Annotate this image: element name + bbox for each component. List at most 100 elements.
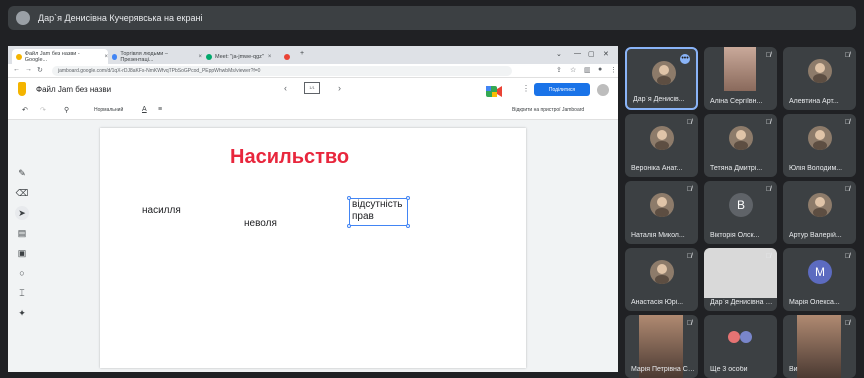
participant-name: Анастасія Юрі... <box>631 299 684 306</box>
participant-tile[interactable]: Вероніка Анат... 🎙̸ <box>625 114 698 177</box>
jamboard-header: Файл Jam без назви ‹ 1/1 › ⋮ Поділитися <box>8 78 618 102</box>
mic-off-icon: 🎙̸ <box>686 186 692 193</box>
participant-name: Ще 3 особи <box>710 366 748 373</box>
text-box-icon[interactable]: ⌶ <box>15 286 29 300</box>
participant-name: Юлія Володим... <box>789 165 843 172</box>
close-window-icon[interactable]: ✕ <box>603 50 609 58</box>
browser-tab-slides[interactable]: Торгівля людьми – Презентаці... × <box>108 49 202 64</box>
chevron-down-icon[interactable]: ⌄ <box>556 50 562 58</box>
select-icon[interactable]: ➤ <box>15 206 29 220</box>
participant-tile[interactable]: Аліна Сергіївн... 🎙̸ <box>704 47 777 110</box>
share-button[interactable]: Поділитися <box>534 83 590 96</box>
participant-tile[interactable]: Дар`я Денисів... ••• <box>625 47 698 110</box>
document-title[interactable]: Файл Jam без назви <box>36 85 111 94</box>
slides-icon <box>112 53 118 60</box>
sidebar-icon[interactable]: ▥ <box>584 66 591 74</box>
participant-tile[interactable]: Ви 🎙̸ <box>783 315 856 378</box>
redo-icon[interactable]: ↷ <box>40 106 46 114</box>
participant-tile[interactable]: Наталія Микол... 🎙̸ <box>625 181 698 244</box>
participant-tile[interactable]: Алевтина Арт... 🎙̸ <box>783 47 856 110</box>
participant-name: Дар`я Денисів... <box>633 96 685 103</box>
participant-name: Вероніка Анат... <box>631 165 683 172</box>
bookmark-star-icon[interactable]: ☆ <box>570 66 576 74</box>
participant-avatar <box>650 260 674 284</box>
mic-off-icon: 🎙̸ <box>765 253 771 260</box>
user-avatar[interactable] <box>597 84 609 96</box>
mic-off-icon: 🎙̸ <box>765 119 771 126</box>
profile-icon[interactable]: ● <box>598 66 602 73</box>
shape-icon[interactable]: ○ <box>15 266 29 280</box>
participant-avatar <box>808 59 832 83</box>
minimize-icon[interactable]: — <box>574 50 581 57</box>
mic-off-icon: 🎙̸ <box>844 186 850 193</box>
participant-tile[interactable]: Анастасія Юрі... 🎙̸ <box>625 248 698 311</box>
resize-handle[interactable] <box>347 224 351 228</box>
browser-tab-meet[interactable]: Meet: "ja-jmwe-qgz" × <box>202 49 280 64</box>
new-tab-icon[interactable]: + <box>300 50 304 57</box>
mic-off-icon: 🎙̸ <box>844 320 850 327</box>
browser-tab-jam[interactable]: Файл Jam без назви - Google... × <box>12 49 108 64</box>
eraser-icon[interactable]: ⌫ <box>15 186 29 200</box>
menu-dots-icon[interactable]: ⋮ <box>610 66 617 74</box>
participant-tile[interactable]: Артур Валерій... 🎙̸ <box>783 181 856 244</box>
resize-handle[interactable] <box>406 196 410 200</box>
participant-avatar <box>729 126 753 150</box>
participant-name: Марія Петрівна Сингаївсь <box>631 366 697 373</box>
more-options-icon[interactable]: ⋮ <box>522 84 530 93</box>
close-tab-icon[interactable]: × <box>268 54 272 60</box>
sticky-note-icon[interactable]: ▤ <box>15 226 29 240</box>
maximize-icon[interactable]: ▢ <box>588 50 595 58</box>
share-url-icon[interactable]: ⇪ <box>556 66 562 74</box>
participant-tile[interactable]: Ще 3 особи <box>704 315 777 378</box>
text-color-icon[interactable]: A <box>142 106 147 113</box>
participant-tile[interactable]: Юлія Володим... 🎙̸ <box>783 114 856 177</box>
reload-icon[interactable]: ↻ <box>37 66 43 74</box>
meet-present-icon[interactable] <box>486 84 502 97</box>
mic-off-icon: 🎙̸ <box>765 186 771 193</box>
more-avatar-2 <box>740 331 752 343</box>
participant-tile[interactable]: В Вікторія Олск... 🎙̸ <box>704 181 777 244</box>
jam-frame[interactable]: Насильство насилля неволя відсутність пр… <box>100 128 526 368</box>
frame-indicator[interactable]: 1/1 <box>304 82 320 94</box>
url-input[interactable]: jamboard.google.com/d/1qX-rDJ8aKFs-NmKWf… <box>52 66 512 76</box>
participant-name: Тетяна Дмитрі... <box>710 165 763 172</box>
frame-heading[interactable]: Насильство <box>230 146 349 169</box>
browser-tab-bar: Файл Jam без назви - Google... × Торгівл… <box>8 46 618 64</box>
participant-tile[interactable]: Тетяна Дмитрі... 🎙̸ <box>704 114 777 177</box>
participant-avatar <box>650 193 674 217</box>
participant-tile[interactable]: М Марія Олекса... 🎙̸ <box>783 248 856 311</box>
prev-frame-icon[interactable]: ‹ <box>284 83 287 93</box>
undo-icon[interactable]: ↶ <box>22 106 28 114</box>
jamboard-toolbar: ↶ ↷ ⚲ Нормальний A ≡ Відкрити на пристро… <box>8 102 618 120</box>
mic-off-icon: 🎙̸ <box>765 52 771 59</box>
participant-name: Артур Валерій... <box>789 232 842 239</box>
next-frame-icon[interactable]: › <box>338 83 341 93</box>
participant-name: Марія Олекса... <box>789 299 840 306</box>
participant-name: Наталія Микол... <box>631 232 685 239</box>
laser-icon[interactable]: ✦ <box>15 306 29 320</box>
text-box-nevolia[interactable]: неволя <box>244 218 277 229</box>
mic-off-icon: 🎙̸ <box>686 320 692 327</box>
text-box-nasyllia[interactable]: насилля <box>142 205 181 216</box>
open-on-device-link[interactable]: Відкрити на пристрої Jamboard <box>512 107 584 113</box>
zoom-icon[interactable]: ⚲ <box>64 106 69 114</box>
participant-tile[interactable]: Марія Петрівна Сингаївсь 🎙̸ <box>625 315 698 378</box>
zoom-select[interactable]: Нормальний <box>94 107 123 113</box>
text-box-line-1: відсутність <box>352 199 403 210</box>
participant-avatar <box>650 126 674 150</box>
meet-icon <box>206 53 212 60</box>
participant-name: Вікторія Олск... <box>710 232 760 239</box>
browser-tab-recording[interactable] <box>280 49 294 64</box>
pen-icon[interactable]: ✎ <box>15 166 29 180</box>
selected-text-box[interactable]: відсутність прав <box>347 196 410 228</box>
participant-tile[interactable]: Дар`я Денисівна Кучерявська 🎙̸ <box>704 248 777 311</box>
participant-initial: В <box>729 193 753 217</box>
forward-icon[interactable]: → <box>25 66 32 73</box>
drawing-tools: ✎ ⌫ ➤ ▤ ▣ ○ ⌶ ✦ <box>12 166 32 326</box>
resize-handle[interactable] <box>406 224 410 228</box>
align-icon[interactable]: ≡ <box>158 106 162 113</box>
resize-handle[interactable] <box>347 196 351 200</box>
text-box-line-2: прав <box>352 211 374 222</box>
image-icon[interactable]: ▣ <box>15 246 29 260</box>
back-icon[interactable]: ← <box>13 66 20 73</box>
